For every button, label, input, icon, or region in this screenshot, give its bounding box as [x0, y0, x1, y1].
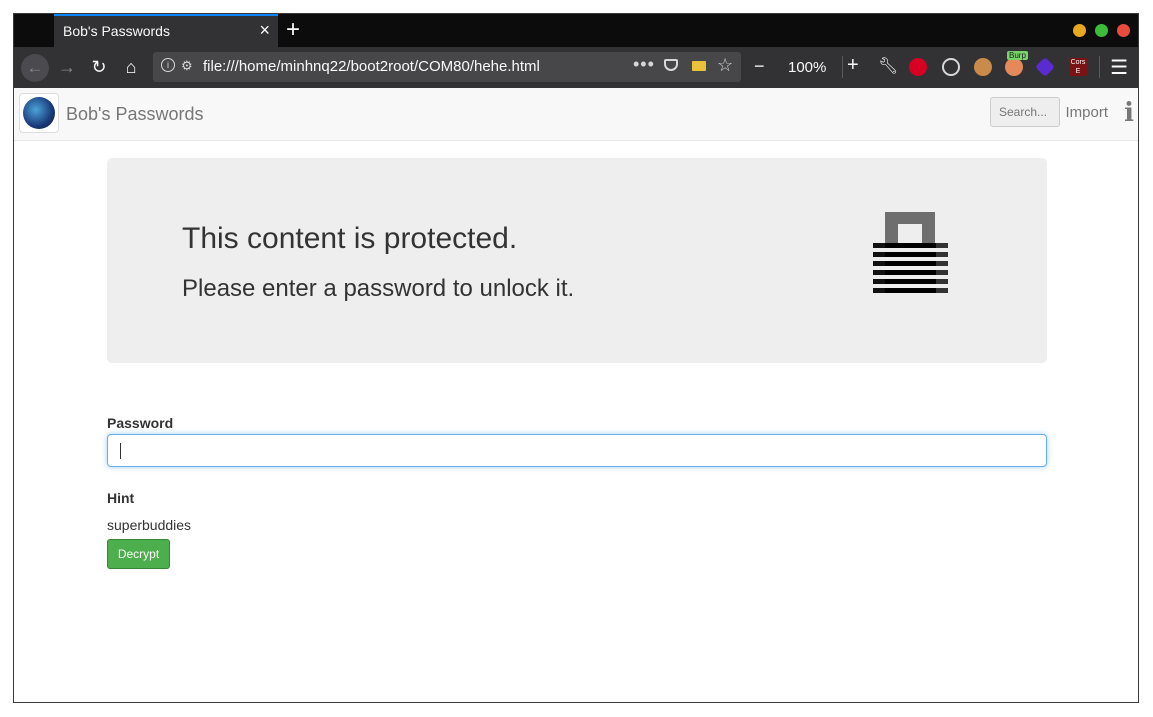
url-bar[interactable]: i ⚙ file:///home/minhnq22/boot2root/COM8… [153, 52, 741, 82]
import-link[interactable]: Import [1065, 104, 1108, 121]
site-logo[interactable] [19, 93, 59, 133]
tab-strip: Bob's Passwords × + [14, 14, 1138, 47]
star-icon[interactable]: ☆ [717, 55, 733, 76]
globe-icon [23, 97, 55, 129]
browser-window: Bob's Passwords × + ← → ↻ ⌂ i ⚙ file:///… [13, 13, 1139, 703]
zoom-in-button[interactable]: + [847, 54, 859, 77]
navigation-toolbar: ← → ↻ ⌂ i ⚙ file:///home/minhnq22/boot2r… [14, 47, 1138, 88]
decrypt-button[interactable]: Decrypt [107, 539, 170, 569]
info-icon[interactable]: i [1124, 98, 1134, 128]
lock-icon [873, 212, 948, 302]
info-icon[interactable]: i [161, 58, 175, 72]
tab-close-icon[interactable]: × [259, 21, 270, 39]
back-icon: ← [21, 53, 49, 82]
hint-label: Hint [107, 490, 135, 506]
folder-icon[interactable] [692, 61, 706, 71]
minimize-button[interactable] [1073, 24, 1086, 37]
hint-value: superbuddies [107, 517, 192, 533]
reload-icon[interactable]: ↻ [86, 47, 112, 88]
new-tab-button[interactable]: + [286, 16, 300, 44]
password-input[interactable] [107, 434, 1047, 467]
burp-icon[interactable] [1005, 58, 1023, 76]
zoom-out-button[interactable]: − [754, 56, 765, 77]
back-button[interactable]: ← [20, 47, 50, 88]
stop-icon[interactable] [909, 58, 927, 76]
close-window-button[interactable] [1117, 24, 1130, 37]
toolbar-separator [842, 56, 843, 78]
page-content: Bob's Passwords Import i This content is… [14, 88, 1138, 702]
forward-icon[interactable]: → [54, 47, 80, 88]
permissions-icon[interactable]: ⚙ [181, 58, 193, 74]
cors-icon[interactable]: Cors E [1069, 58, 1087, 76]
protected-banner: This content is protected. Please enter … [107, 158, 1047, 363]
more-icon[interactable]: ••• [633, 54, 655, 75]
cube-icon[interactable] [1035, 57, 1055, 77]
search-input[interactable] [990, 97, 1060, 127]
home-icon[interactable]: ⌂ [118, 47, 144, 88]
site-navbar: Bob's Passwords Import i [14, 88, 1138, 141]
wrench-icon[interactable]: 🔧︎ [878, 56, 898, 75]
maximize-button[interactable] [1095, 24, 1108, 37]
text-caret [120, 443, 121, 459]
banner-subtitle: Please enter a password to unlock it. [182, 275, 575, 302]
palette-icon[interactable] [974, 58, 992, 76]
brand-name[interactable]: Bob's Passwords [66, 104, 204, 125]
tab-title: Bob's Passwords [63, 23, 170, 39]
zoom-level[interactable]: 100% [788, 59, 826, 76]
cookie-icon[interactable] [942, 58, 960, 76]
menu-icon[interactable]: ☰ [1110, 55, 1128, 80]
toolbar-separator [1099, 56, 1100, 78]
banner-title: This content is protected. [182, 222, 518, 255]
tab-bobs-passwords[interactable]: Bob's Passwords × [54, 14, 278, 47]
password-label: Password [107, 415, 174, 431]
url-text[interactable]: file:///home/minhnq22/boot2root/COM80/he… [203, 58, 540, 75]
burp-tag: Burp [1007, 51, 1028, 60]
pocket-icon[interactable] [664, 59, 678, 71]
